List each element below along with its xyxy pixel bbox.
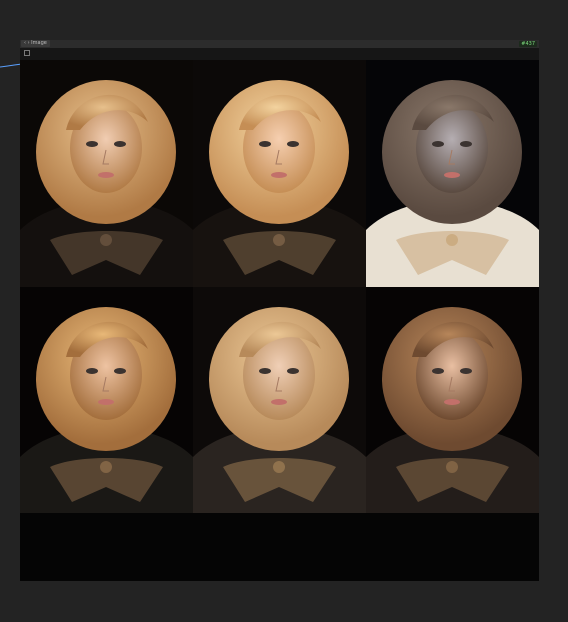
image-tile-6[interactable]: [366, 287, 539, 514]
image-tile-5[interactable]: [193, 287, 366, 514]
image-grid: [20, 60, 539, 514]
portrait-image: [193, 287, 366, 514]
image-tile-3[interactable]: [366, 60, 539, 287]
node-title[interactable]: ‹ › Image: [21, 40, 50, 47]
portrait-image: [366, 60, 539, 287]
image-preview-node[interactable]: [20, 48, 539, 581]
grid-view-icon[interactable]: [24, 50, 30, 56]
node-id-badge: #437: [519, 41, 537, 47]
image-tile-4[interactable]: [20, 287, 193, 514]
node-toolbar: [20, 48, 539, 60]
node-footer: [20, 513, 539, 581]
portrait-image: [366, 287, 539, 514]
portrait-image: [20, 60, 193, 287]
connection-wire: [0, 63, 23, 68]
image-tile-2[interactable]: [193, 60, 366, 287]
image-tile-1[interactable]: [20, 60, 193, 287]
node-header[interactable]: ‹ › Image #437: [20, 40, 539, 48]
portrait-image: [20, 287, 193, 514]
portrait-image: [193, 60, 366, 287]
